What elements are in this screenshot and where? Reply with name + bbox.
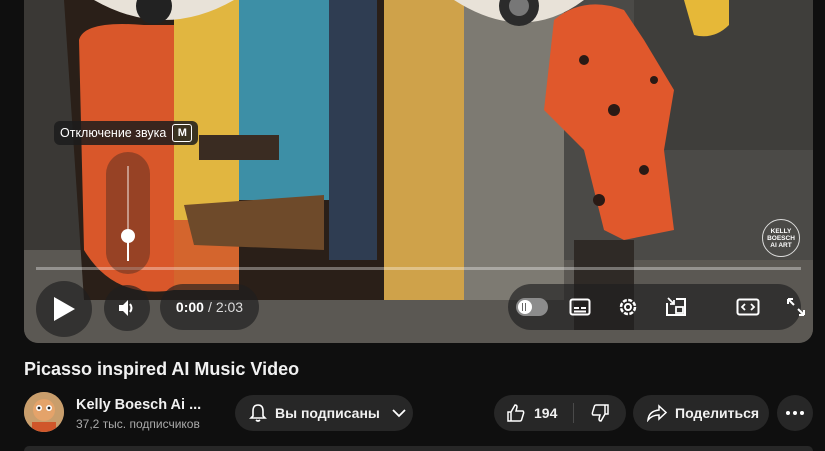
mute-button[interactable] bbox=[104, 285, 150, 331]
settings-button[interactable] bbox=[608, 284, 648, 330]
duration: 2:03 bbox=[215, 299, 244, 315]
subscribed-label: Вы подписаны bbox=[275, 405, 380, 421]
play-button[interactable] bbox=[36, 281, 92, 337]
time-display: 0:00 / 2:03 bbox=[160, 284, 259, 330]
miniplayer-button[interactable] bbox=[656, 284, 696, 330]
watermark-line-2: BOESCH bbox=[767, 234, 795, 242]
time-separator: / bbox=[207, 299, 212, 315]
chevron-down-icon bbox=[392, 409, 406, 418]
theater-icon bbox=[736, 298, 760, 316]
dislike-button[interactable] bbox=[574, 395, 626, 431]
share-label: Поделиться bbox=[675, 405, 760, 421]
subtitles-button[interactable] bbox=[560, 284, 600, 330]
watermark-text: KELLY BOESCH AI ART bbox=[767, 228, 795, 249]
bell-icon bbox=[249, 404, 267, 422]
thumbs-down-icon bbox=[591, 404, 609, 422]
video-player[interactable]: Отключение звука M 0:00 / 2:03 KELLY BOE… bbox=[24, 0, 813, 343]
more-horizontal-icon bbox=[786, 411, 804, 415]
progress-bar[interactable] bbox=[36, 267, 801, 270]
channel-avatar[interactable] bbox=[24, 392, 64, 432]
fullscreen-button[interactable] bbox=[776, 284, 813, 330]
mute-shortcut-key: M bbox=[172, 124, 193, 142]
volume-handle[interactable] bbox=[121, 229, 135, 243]
volume-icon bbox=[119, 300, 133, 316]
channel-name[interactable]: Kelly Boesch Ai ... bbox=[76, 397, 201, 413]
autoplay-toggle[interactable] bbox=[516, 298, 548, 316]
like-count: 194 bbox=[534, 405, 558, 421]
like-button[interactable]: 194 bbox=[494, 395, 573, 431]
subtitles-icon bbox=[569, 298, 591, 316]
gear-icon bbox=[619, 298, 637, 316]
share-icon bbox=[647, 404, 667, 422]
channel-watermark[interactable]: KELLY BOESCH AI ART bbox=[762, 219, 800, 257]
share-button[interactable]: Поделиться bbox=[633, 395, 769, 431]
more-actions-button[interactable] bbox=[777, 395, 813, 431]
volume-slider[interactable] bbox=[106, 152, 150, 274]
avatar-image bbox=[24, 392, 64, 432]
thumbs-up-icon bbox=[507, 404, 525, 422]
current-time: 0:00 bbox=[175, 299, 204, 315]
description-panel[interactable] bbox=[24, 446, 813, 451]
miniplayer-icon bbox=[666, 297, 686, 316]
play-icon bbox=[54, 297, 75, 321]
fullscreen-icon bbox=[787, 298, 805, 316]
like-dislike-group: 194 bbox=[494, 395, 626, 431]
watermark-line-3: AI ART bbox=[770, 241, 792, 249]
mute-tooltip: Отключение звука M bbox=[54, 121, 199, 145]
watermark-line-1: KELLY bbox=[770, 227, 792, 235]
player-right-controls bbox=[508, 284, 805, 330]
video-title: Picasso inspired AI Music Video bbox=[24, 359, 300, 379]
mute-tooltip-label: Отключение звука bbox=[60, 126, 167, 140]
subscribed-button[interactable]: Вы подписаны bbox=[235, 395, 413, 431]
subscriber-count: 37,2 тыс. подписчиков bbox=[76, 417, 200, 431]
theater-mode-button[interactable] bbox=[728, 284, 768, 330]
pause-icon bbox=[522, 303, 526, 311]
